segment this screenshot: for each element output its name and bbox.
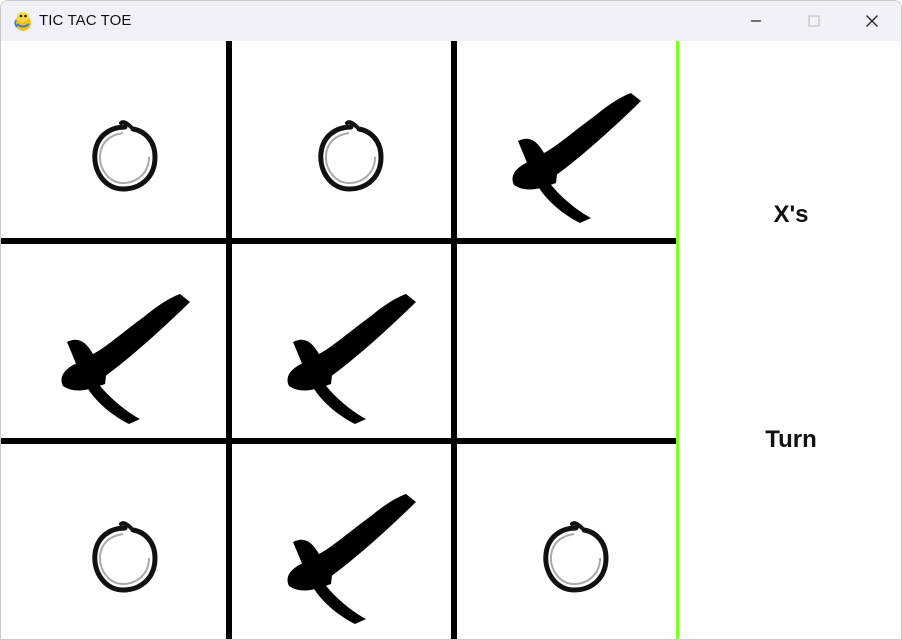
grid-line-horizontal-2 bbox=[1, 438, 677, 444]
maximize-icon bbox=[808, 15, 820, 27]
grid-line-vertical-2 bbox=[451, 41, 457, 639]
x-mark-icon bbox=[231, 244, 451, 439]
grid-line-vertical-1 bbox=[226, 41, 232, 639]
board-cell-r1-c3[interactable] bbox=[456, 43, 676, 238]
x-mark-icon bbox=[5, 244, 225, 439]
o-mark-icon bbox=[5, 43, 225, 238]
board-cell-r3-c2[interactable] bbox=[231, 444, 451, 639]
grid-line-horizontal-1 bbox=[1, 238, 677, 244]
maximize-button[interactable] bbox=[785, 1, 843, 41]
minimize-button[interactable] bbox=[727, 1, 785, 41]
o-mark-icon bbox=[5, 444, 225, 639]
current-player-label: X's bbox=[773, 201, 809, 228]
x-mark-icon bbox=[456, 43, 676, 238]
title-bar[interactable]: TIC TAC TOE bbox=[1, 1, 901, 41]
board-cell-r2-c3[interactable] bbox=[456, 244, 676, 439]
minimize-icon bbox=[751, 20, 761, 22]
board-cell-r3-c1[interactable] bbox=[5, 444, 225, 639]
close-button[interactable] bbox=[843, 1, 901, 41]
o-mark-icon bbox=[231, 43, 451, 238]
window-title: TIC TAC TOE bbox=[39, 12, 132, 29]
pygame-snake-icon bbox=[12, 10, 34, 32]
board-cell-r1-c2[interactable] bbox=[231, 43, 451, 238]
close-icon bbox=[866, 15, 878, 27]
board-cell-r3-c3[interactable] bbox=[456, 444, 676, 639]
turn-label: Turn bbox=[765, 426, 817, 453]
board-cell-r2-c2[interactable] bbox=[231, 244, 451, 439]
o-mark-icon bbox=[456, 444, 676, 639]
sidebar-divider bbox=[676, 41, 679, 639]
x-mark-icon bbox=[231, 444, 451, 639]
board-cell-r2-c1[interactable] bbox=[5, 244, 225, 439]
game-window: TIC TAC TOE X's Turn bbox=[0, 0, 902, 640]
game-area: X's Turn bbox=[1, 41, 901, 639]
board-cell-r1-c1[interactable] bbox=[5, 43, 225, 238]
